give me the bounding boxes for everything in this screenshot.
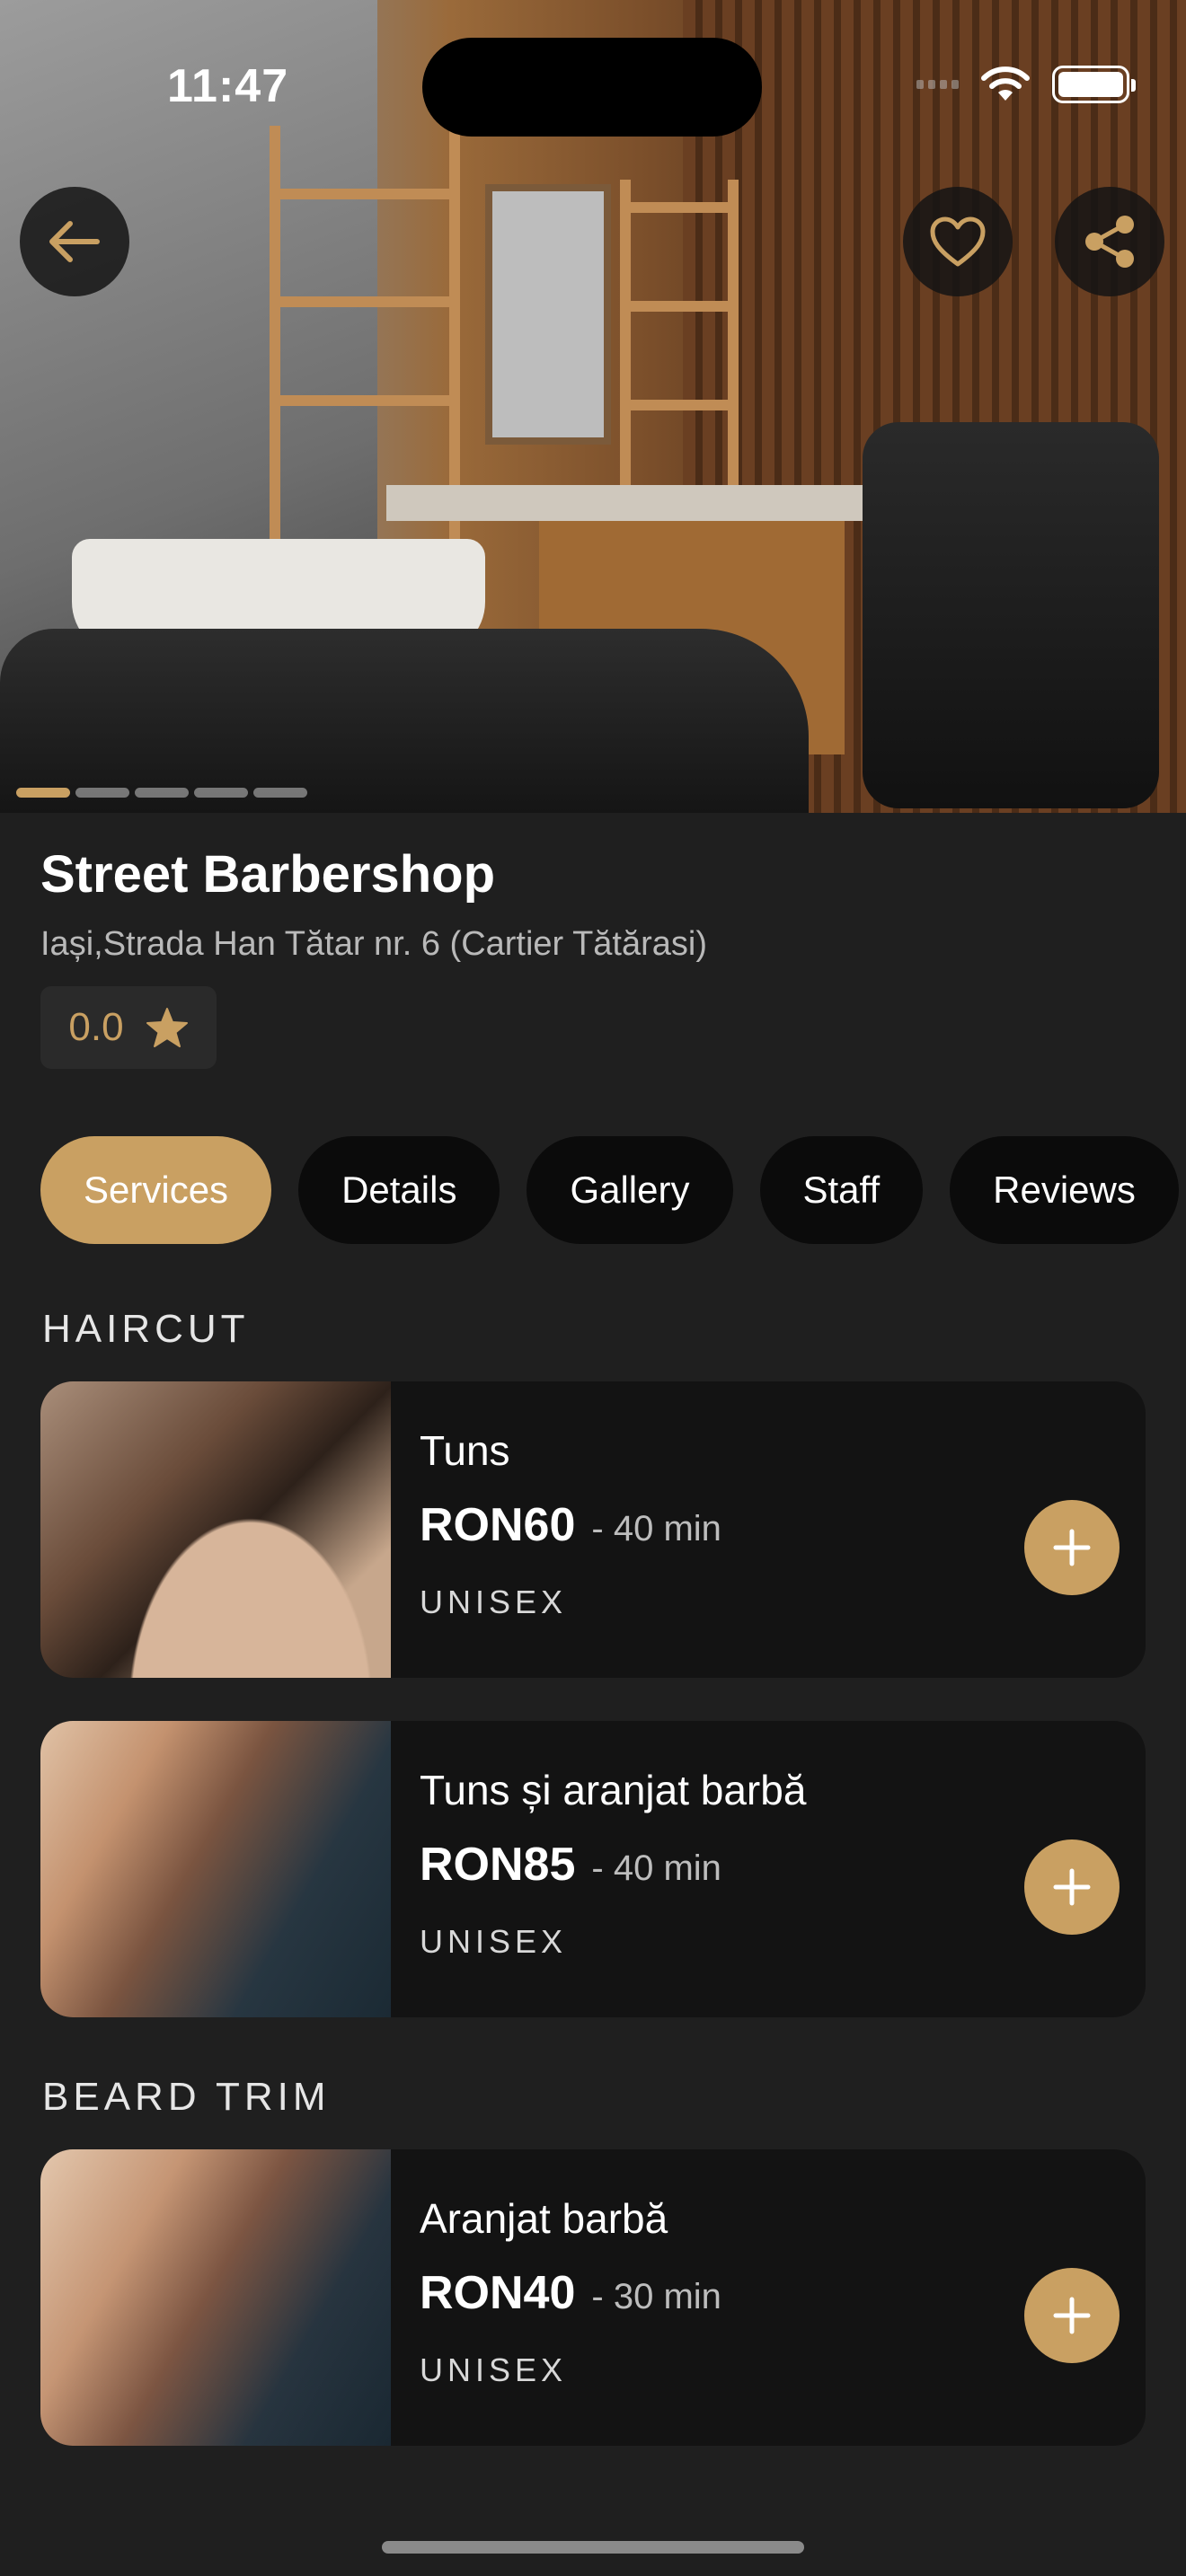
tab-reviews[interactable]: Reviews	[950, 1136, 1179, 1244]
tab-staff[interactable]: Staff	[759, 1136, 924, 1244]
service-price: RON85	[420, 1839, 576, 1891]
add-service-button[interactable]	[1024, 2268, 1120, 2363]
service-name: Tuns	[420, 1427, 510, 1474]
status-icons	[916, 65, 1136, 104]
rating-value: 0.0	[68, 1005, 124, 1049]
carousel-dot[interactable]	[135, 788, 189, 798]
dynamic-island	[422, 38, 762, 137]
service-duration: - 40 min	[591, 1848, 721, 1888]
status-time: 11:47	[167, 60, 289, 112]
carousel-indicator[interactable]	[16, 788, 307, 798]
tab-details[interactable]: Details	[298, 1136, 500, 1244]
shop-name: Street Barbershop	[40, 845, 496, 904]
service-gender: UNISEX	[420, 1923, 568, 1960]
tab-services[interactable]: Services	[40, 1136, 272, 1244]
rating-badge[interactable]: 0.0	[40, 986, 217, 1069]
service-price: RON40	[420, 2267, 576, 2319]
section-title-haircut: HAIRCUT	[42, 1307, 250, 1351]
favorite-button[interactable]	[903, 187, 1013, 296]
service-card[interactable]: Tuns RON60 - 40 min UNISEX	[40, 1381, 1146, 1678]
battery-icon	[1052, 66, 1136, 103]
share-icon	[1085, 216, 1134, 268]
star-icon	[146, 1008, 188, 1047]
service-name: Aranjat barbă	[420, 2195, 668, 2242]
service-image	[40, 1721, 391, 2017]
wifi-icon	[981, 66, 1030, 101]
service-name: Tuns și aranjat barbă	[420, 1767, 807, 1813]
carousel-dot[interactable]	[253, 788, 307, 798]
plus-icon	[1053, 1529, 1091, 1566]
service-duration: - 30 min	[591, 2277, 721, 2316]
add-service-button[interactable]	[1024, 1839, 1120, 1935]
tab-gallery[interactable]: Gallery	[527, 1136, 733, 1244]
service-duration: - 40 min	[591, 1509, 721, 1548]
carousel-dot[interactable]	[16, 788, 70, 798]
service-image	[40, 2149, 391, 2446]
carousel-dot[interactable]	[75, 788, 129, 798]
service-price: RON60	[420, 1499, 576, 1551]
carousel-dot[interactable]	[194, 788, 248, 798]
service-card[interactable]: Aranjat barbă RON40 - 30 min UNISEX	[40, 2149, 1146, 2446]
add-service-button[interactable]	[1024, 1500, 1120, 1595]
plus-icon	[1053, 1868, 1091, 1906]
service-gender: UNISEX	[420, 1584, 568, 1620]
signal-icon	[916, 80, 959, 89]
section-title-beard-trim: BEARD TRIM	[42, 2075, 331, 2119]
share-button[interactable]	[1055, 187, 1164, 296]
tab-bar: Services Details Gallery Staff Reviews	[40, 1136, 1179, 1244]
heart-icon	[930, 216, 986, 267]
arrow-left-icon	[49, 221, 100, 262]
service-gender: UNISEX	[420, 2351, 568, 2388]
plus-icon	[1053, 2297, 1091, 2334]
shop-address: Iași,Strada Han Tătar nr. 6 (Cartier Tăt…	[40, 925, 708, 963]
service-image	[40, 1381, 391, 1678]
home-indicator[interactable]	[382, 2541, 804, 2554]
back-button[interactable]	[20, 187, 129, 296]
service-card[interactable]: Tuns și aranjat barbă RON85 - 40 min UNI…	[40, 1721, 1146, 2017]
